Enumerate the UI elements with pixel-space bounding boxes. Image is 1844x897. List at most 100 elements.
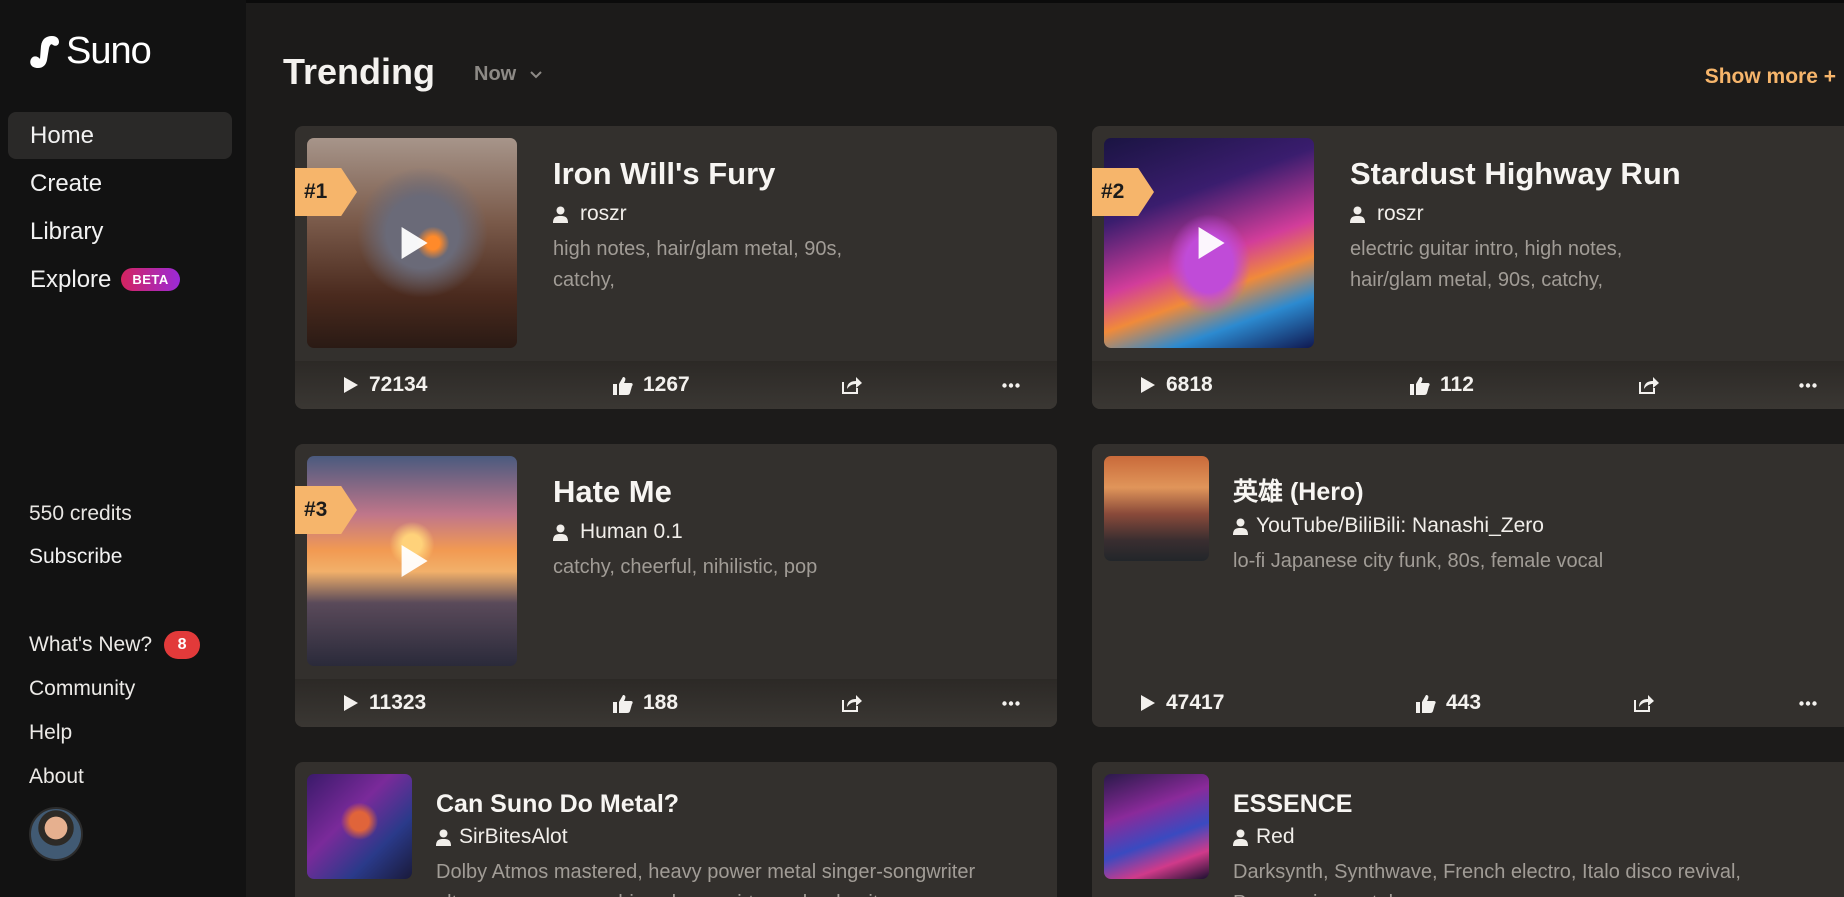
subscribe-link[interactable]: Subscribe xyxy=(29,545,122,569)
song-info: 英雄 (Hero) YouTube/BiliBili: Nanashi_Zero… xyxy=(1233,472,1834,577)
play-icon[interactable] xyxy=(1198,227,1225,259)
play-count: 72134 xyxy=(369,373,428,396)
notification-badge: 8 xyxy=(164,631,201,659)
author-name: roszr xyxy=(580,202,627,225)
like-button[interactable]: 1267 xyxy=(613,373,690,397)
song-card[interactable]: #2 Stardust Highway Run roszr electric g… xyxy=(1092,126,1844,409)
song-actions: 6818 112 xyxy=(1092,361,1844,409)
song-card[interactable]: Can Suno Do Metal? SirBitesAlot Dolby At… xyxy=(295,762,1057,897)
play-count: 6818 xyxy=(1166,373,1213,396)
song-author[interactable]: roszr xyxy=(553,202,1037,226)
show-more-button[interactable]: Show more + xyxy=(1705,65,1836,89)
play-icon[interactable] xyxy=(401,545,428,577)
more-icon xyxy=(1002,382,1020,388)
play-count-button[interactable]: 47417 xyxy=(1140,691,1224,715)
like-button[interactable]: 112 xyxy=(1410,373,1474,397)
like-button[interactable]: 188 xyxy=(613,691,678,715)
user-icon xyxy=(553,524,568,541)
song-title[interactable]: Iron Will's Fury xyxy=(553,156,1037,192)
period-dropdown[interactable]: Now xyxy=(474,63,542,86)
secondary-links: What's New? 8 Community Help About xyxy=(29,623,201,799)
more-icon xyxy=(1799,382,1817,388)
more-options-button[interactable] xyxy=(1002,382,1020,388)
about-link[interactable]: About xyxy=(29,755,200,799)
song-actions: 47417 443 xyxy=(1092,679,1844,727)
song-tags: Darksynth, Synthwave, French electro, It… xyxy=(1233,861,1741,897)
user-icon xyxy=(1350,206,1365,223)
main-nav: Home Create Library Explore BETA xyxy=(8,112,232,304)
like-count: 112 xyxy=(1440,373,1474,396)
song-author[interactable]: YouTube/BiliBili: Nanashi_Zero xyxy=(1233,514,1834,538)
song-title[interactable]: Hate Me xyxy=(553,474,1037,510)
beta-badge: BETA xyxy=(121,268,180,291)
more-options-button[interactable] xyxy=(1799,700,1817,706)
avatar[interactable] xyxy=(29,807,83,861)
author-name: roszr xyxy=(1377,202,1424,225)
like-count: 188 xyxy=(643,691,679,714)
share-icon xyxy=(1634,694,1654,712)
thumbs-up-icon xyxy=(613,694,633,713)
share-button[interactable] xyxy=(1638,376,1660,395)
song-tags: high notes, hair/glam metal, 90s, catchy… xyxy=(553,238,843,291)
song-card[interactable]: 英雄 (Hero) YouTube/BiliBili: Nanashi_Zero… xyxy=(1092,444,1844,727)
more-options-button[interactable] xyxy=(1799,382,1817,388)
link-label: Help xyxy=(29,721,73,744)
nav-item-home[interactable]: Home xyxy=(8,112,232,159)
song-info: Stardust Highway Run roszr electric guit… xyxy=(1350,156,1834,296)
community-link[interactable]: Community xyxy=(29,667,200,711)
like-count: 1267 xyxy=(643,373,690,396)
song-author[interactable]: SirBitesAlot xyxy=(436,825,1037,849)
share-icon xyxy=(842,694,862,712)
song-card[interactable]: #1 Iron Will's Fury roszr high notes, ha… xyxy=(295,126,1057,409)
song-info: Iron Will's Fury roszr high notes, hair/… xyxy=(553,156,1037,296)
suno-logo-icon xyxy=(30,35,59,68)
period-value: Now xyxy=(474,63,517,85)
whats-new-link[interactable]: What's New? 8 xyxy=(29,623,201,667)
song-info: Hate Me Human 0.1 catchy, cheerful, nihi… xyxy=(553,474,1037,583)
share-button[interactable] xyxy=(841,694,863,713)
help-link[interactable]: Help xyxy=(29,711,200,755)
song-info: Can Suno Do Metal? SirBitesAlot Dolby At… xyxy=(436,790,1037,897)
share-button[interactable] xyxy=(841,376,863,395)
app-name: Suno xyxy=(66,30,152,72)
song-card[interactable]: ESSENCE Red Darksynth, Synthwave, French… xyxy=(1092,762,1844,897)
play-count-button[interactable]: 6818 xyxy=(1140,373,1213,397)
play-icon xyxy=(344,377,358,393)
song-tags: Dolby Atmos mastered, heavy power metal … xyxy=(436,861,976,897)
main-content: Trending Now Show more + #1 Iron Will's … xyxy=(246,0,1844,897)
song-author[interactable]: Human 0.1 xyxy=(553,520,1037,544)
like-count: 443 xyxy=(1446,691,1482,714)
nav-item-create[interactable]: Create xyxy=(8,160,232,207)
author-name: Red xyxy=(1256,825,1295,848)
song-cover[interactable] xyxy=(307,774,412,879)
chevron-down-icon xyxy=(530,70,542,78)
nav-item-library[interactable]: Library xyxy=(8,208,232,255)
nav-item-explore[interactable]: Explore BETA xyxy=(8,256,232,303)
play-icon[interactable] xyxy=(401,227,428,259)
song-actions: 11323 188 xyxy=(295,679,1057,727)
song-title[interactable]: Can Suno Do Metal? xyxy=(436,790,1037,819)
song-title[interactable]: 英雄 (Hero) xyxy=(1233,472,1834,508)
song-title[interactable]: Stardust Highway Run xyxy=(1350,156,1834,192)
song-cover[interactable] xyxy=(1104,456,1209,561)
play-count-button[interactable]: 72134 xyxy=(343,373,427,397)
suno-logo[interactable]: Suno xyxy=(28,30,152,73)
play-count: 11323 xyxy=(369,691,427,714)
song-card[interactable]: #3 Hate Me Human 0.1 catchy, cheerful, n… xyxy=(295,444,1057,727)
share-button[interactable] xyxy=(1633,694,1655,713)
more-options-button[interactable] xyxy=(1002,700,1020,706)
author-name: YouTube/BiliBili: Nanashi_Zero xyxy=(1256,514,1544,537)
song-cover[interactable] xyxy=(1104,774,1209,879)
song-title[interactable]: ESSENCE xyxy=(1233,790,1834,819)
link-label: About xyxy=(29,765,84,788)
more-icon xyxy=(1002,700,1020,706)
play-count-button[interactable]: 11323 xyxy=(343,691,426,715)
song-author[interactable]: Red xyxy=(1233,825,1834,849)
song-author[interactable]: roszr xyxy=(1350,202,1834,226)
song-tags: catchy, cheerful, nihilistic, pop xyxy=(553,556,818,578)
nav-label: Explore xyxy=(30,265,112,293)
sidebar: Suno Home Create Library Explore BETA 55… xyxy=(0,0,246,897)
song-info: ESSENCE Red Darksynth, Synthwave, French… xyxy=(1233,790,1834,897)
like-button[interactable]: 443 xyxy=(1416,691,1481,715)
play-count: 47417 xyxy=(1166,691,1225,714)
